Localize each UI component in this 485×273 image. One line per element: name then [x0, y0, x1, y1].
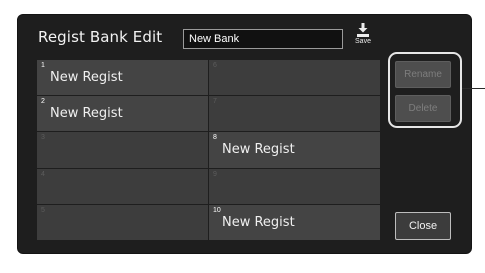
regist-slot-3[interactable]: 3: [37, 132, 208, 168]
regist-bank-edit-window: Regist Bank Edit New Bank Save 1 New Reg…: [17, 14, 472, 254]
page-title: Regist Bank Edit: [38, 28, 163, 46]
slot-number: 3: [41, 134, 45, 142]
slot-number: 8: [213, 134, 217, 142]
slot-number: 9: [213, 170, 217, 178]
save-button[interactable]: Save: [351, 23, 375, 53]
slot-number: 10: [213, 206, 221, 214]
slot-number: 2: [41, 98, 45, 106]
save-label: Save: [355, 38, 371, 45]
slot-number: 4: [41, 170, 45, 178]
regist-slot-8[interactable]: 8 New Regist: [209, 132, 380, 168]
rename-delete-highlight: [388, 52, 462, 128]
bank-name-field[interactable]: New Bank: [183, 29, 343, 49]
regist-slot-5[interactable]: 5: [37, 204, 208, 240]
regist-slot-6[interactable]: 6: [209, 60, 380, 96]
callout-line: [462, 88, 485, 89]
regist-slot-9[interactable]: 9: [209, 168, 380, 204]
slot-number: 6: [213, 62, 217, 69]
regist-slot-7[interactable]: 7: [209, 96, 380, 132]
slot-name: New Regist: [222, 214, 295, 230]
close-button[interactable]: Close: [395, 212, 451, 240]
slot-name: New Regist: [50, 106, 123, 122]
regist-slot-4[interactable]: 4: [37, 168, 208, 204]
slot-name: New Regist: [222, 142, 295, 158]
slot-number: 7: [213, 98, 217, 106]
regist-slot-2[interactable]: 2 New Regist: [37, 96, 208, 132]
regist-slot-grid: 1 New Regist 6 2 New Regist 7 3 8 New Re…: [37, 60, 380, 240]
slot-number: 5: [41, 206, 45, 214]
slot-number: 1: [41, 62, 45, 69]
regist-slot-1[interactable]: 1 New Regist: [37, 60, 208, 96]
slot-name: New Regist: [50, 70, 123, 85]
save-download-icon: [357, 23, 369, 37]
regist-slot-10[interactable]: 10 New Regist: [209, 204, 380, 240]
